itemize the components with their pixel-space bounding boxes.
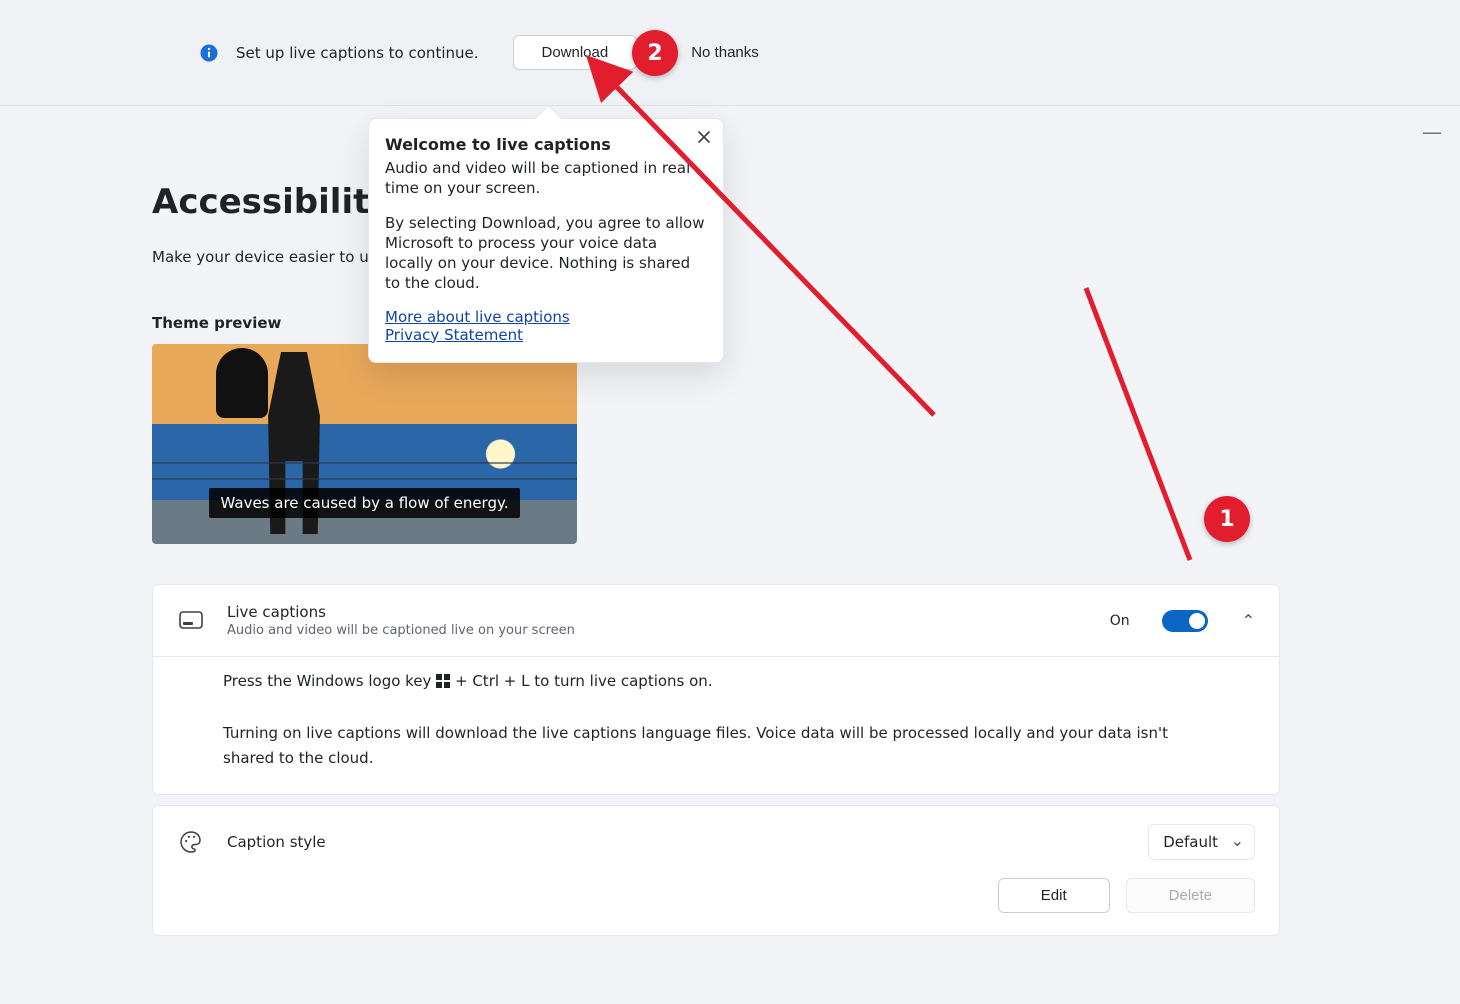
welcome-popover: Welcome to live captions Audio and video… [368, 118, 724, 363]
page-subtitle: Make your device easier to use [152, 248, 1420, 266]
more-about-link[interactable]: More about live captions [385, 308, 707, 326]
privacy-link[interactable]: Privacy Statement [385, 326, 707, 344]
popover-text: By selecting Download, you agree to allo… [385, 213, 707, 294]
live-captions-details: Press the Windows logo key + Ctrl + L to… [153, 656, 1279, 794]
annotation-step-1: 1 [1204, 496, 1250, 542]
detail-text: + Ctrl + L to turn live captions on. [455, 672, 713, 690]
popover-title: Welcome to live captions [385, 135, 707, 154]
preview-railing [152, 462, 577, 464]
setup-banner: Set up live captions to continue. Downlo… [0, 0, 1460, 106]
detail-text: Press the Windows logo key [223, 672, 431, 690]
live-captions-toggle[interactable] [1162, 610, 1208, 632]
captions-icon [177, 611, 205, 631]
theme-preview-label: Theme preview [152, 314, 1420, 332]
preview-railing [152, 478, 577, 480]
info-icon [200, 44, 218, 62]
theme-preview: Waves are caused by a flow of energy. [152, 344, 577, 544]
annotation-step-2: 2 [632, 30, 678, 76]
caption-style-select[interactable]: Default [1148, 824, 1255, 860]
no-thanks-button[interactable]: No thanks [663, 36, 787, 69]
palette-icon [177, 831, 205, 853]
delete-button: Delete [1126, 878, 1255, 913]
page-title: Accessibility [152, 182, 392, 222]
live-captions-desc: Audio and video will be captioned live o… [227, 623, 1088, 638]
windows-key-icon [436, 671, 450, 697]
edit-button[interactable]: Edit [998, 878, 1110, 913]
popover-text: Audio and video will be captioned in rea… [385, 158, 707, 199]
download-button[interactable]: Download [513, 35, 638, 70]
close-icon[interactable] [697, 129, 711, 148]
select-value: Default [1163, 833, 1218, 851]
chevron-up-icon[interactable]: ⌃ [1242, 611, 1255, 630]
breadcrumb: Accessibility › [152, 182, 1420, 222]
live-captions-title: Live captions [227, 603, 1088, 621]
preview-caption: Waves are caused by a flow of energy. [209, 488, 521, 518]
banner-text: Set up live captions to continue. [236, 44, 479, 62]
caption-style-card: Caption style Default Edit Delete [152, 805, 1280, 936]
caption-style-title: Caption style [227, 833, 1126, 851]
preview-backpack [216, 348, 268, 418]
toggle-state-label: On [1110, 613, 1130, 629]
detail-text: Turning on live captions will download t… [223, 721, 1209, 772]
live-captions-card: Live captions Audio and video will be ca… [152, 584, 1280, 795]
minimize-icon[interactable]: — [1422, 120, 1442, 144]
